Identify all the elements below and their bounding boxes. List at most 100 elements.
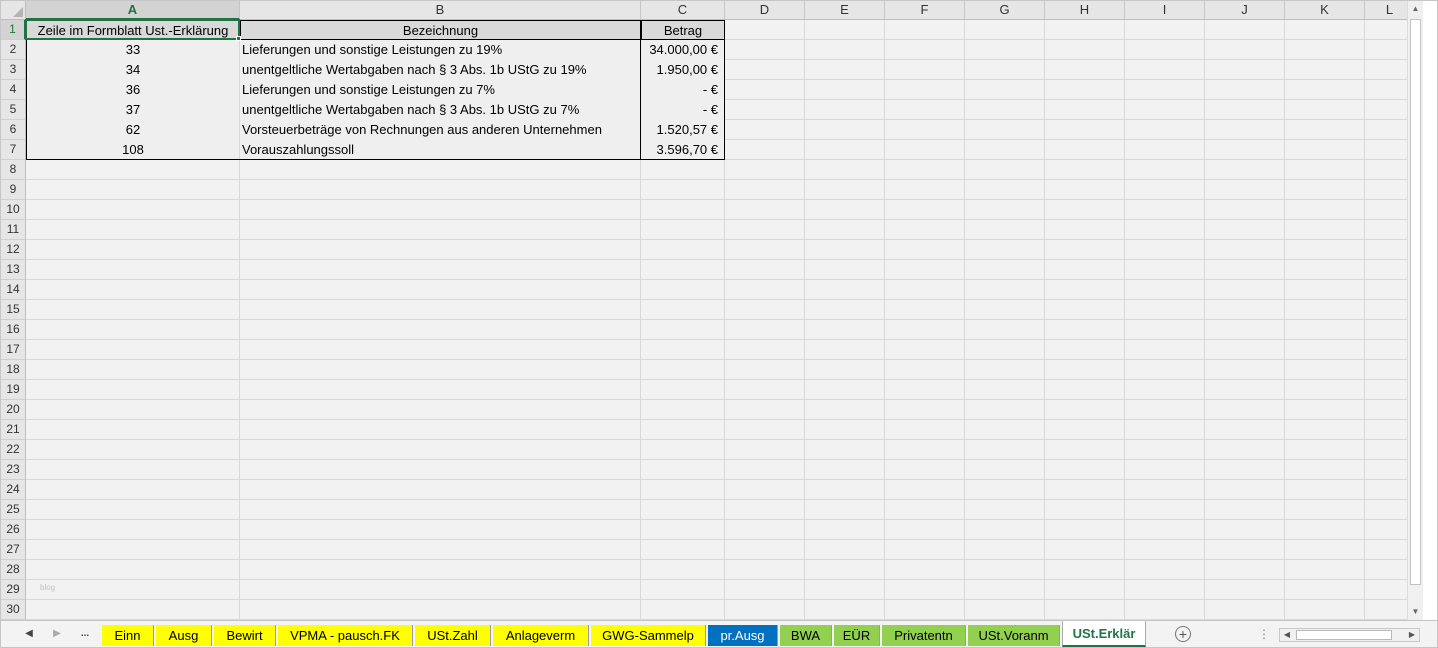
- row-header-20[interactable]: 20: [1, 400, 26, 420]
- row-header-6[interactable]: 6: [1, 120, 26, 140]
- gridline-horizontal: [26, 379, 1423, 380]
- row-header-30[interactable]: 30: [1, 600, 26, 620]
- row-header-4[interactable]: 4: [1, 80, 26, 100]
- sheet-tab-pr-ausg[interactable]: pr.Ausg: [708, 625, 778, 646]
- vertical-scrollbar[interactable]: ▲ ▼: [1407, 1, 1423, 620]
- row-header-21[interactable]: 21: [1, 420, 26, 440]
- row-header-23[interactable]: 23: [1, 460, 26, 480]
- scroll-up-arrow-icon[interactable]: ▲: [1408, 1, 1423, 17]
- table-header-cell[interactable]: Bezeichnung: [240, 20, 641, 40]
- sheet-tab-bewirt[interactable]: Bewirt: [214, 625, 276, 646]
- row-header-18[interactable]: 18: [1, 360, 26, 380]
- gridline-horizontal: [26, 199, 1423, 200]
- column-header-k[interactable]: K: [1285, 1, 1365, 20]
- gridline-horizontal: [26, 259, 1423, 260]
- row-header-22[interactable]: 22: [1, 440, 26, 460]
- horizontal-scroll-thumb[interactable]: [1296, 630, 1392, 640]
- sheet-tab-ust-erklär[interactable]: USt.Erklär: [1062, 621, 1146, 647]
- column-header-e[interactable]: E: [805, 1, 885, 20]
- gridline-horizontal: [26, 559, 1423, 560]
- column-header-d[interactable]: D: [725, 1, 805, 20]
- table-header-cell[interactable]: Betrag: [641, 20, 725, 40]
- table-cell[interactable]: unentgeltliche Wertabgaben nach § 3 Abs.…: [240, 100, 641, 120]
- table-cell[interactable]: 34.000,00 €: [641, 40, 725, 60]
- scroll-right-arrow-icon[interactable]: ▶: [1405, 629, 1419, 641]
- prev-sheet-icon[interactable]: ◀: [21, 626, 37, 642]
- column-header-c[interactable]: C: [641, 1, 725, 20]
- column-header-g[interactable]: G: [965, 1, 1045, 20]
- row-header-25[interactable]: 25: [1, 500, 26, 520]
- horizontal-scrollbar[interactable]: ◀ ▶: [1279, 628, 1420, 642]
- row-header-3[interactable]: 3: [1, 60, 26, 80]
- table-cell[interactable]: Vorauszahlungssoll: [240, 140, 641, 160]
- sheet-tab-bwa[interactable]: BWA: [780, 625, 832, 646]
- column-header-h[interactable]: H: [1045, 1, 1125, 20]
- cells-area[interactable]: Zeile im Formblatt Ust.-Erklärung Bezeich…: [25, 19, 1423, 620]
- sheet-tab-anlageverm[interactable]: Anlageverm: [493, 625, 589, 646]
- table-cell[interactable]: 37: [26, 100, 240, 120]
- row-header-1[interactable]: 1: [1, 20, 26, 40]
- row-header-9[interactable]: 9: [1, 180, 26, 200]
- table-cell[interactable]: 108: [26, 140, 240, 160]
- row-header-13[interactable]: 13: [1, 260, 26, 280]
- row-header-8[interactable]: 8: [1, 160, 26, 180]
- row-header-16[interactable]: 16: [1, 320, 26, 340]
- gridline-horizontal: [26, 519, 1423, 520]
- next-sheet-icon[interactable]: ▶: [49, 626, 65, 642]
- table-cell[interactable]: Lieferungen und sonstige Leistungen zu 1…: [240, 40, 641, 60]
- column-header-j[interactable]: J: [1205, 1, 1285, 20]
- table-cell[interactable]: 34: [26, 60, 240, 80]
- row-header-12[interactable]: 12: [1, 240, 26, 260]
- table-cell[interactable]: 33: [26, 40, 240, 60]
- column-header-a[interactable]: A: [26, 1, 240, 20]
- table-cell[interactable]: Lieferungen und sonstige Leistungen zu 7…: [240, 80, 641, 100]
- row-header-10[interactable]: 10: [1, 200, 26, 220]
- vertical-scroll-thumb[interactable]: [1410, 19, 1421, 585]
- select-all-corner[interactable]: [1, 1, 26, 20]
- table-cell[interactable]: - €: [641, 100, 725, 120]
- table-cell[interactable]: 3.596,70 €: [641, 140, 725, 160]
- sheet-tab-vpma-pausch-fk[interactable]: VPMA - pausch.FK: [278, 625, 413, 646]
- sheet-tab-einn[interactable]: Einn: [102, 625, 154, 646]
- sheet-tab-privatentn[interactable]: Privatentn: [882, 625, 966, 646]
- row-header-29[interactable]: 29: [1, 580, 26, 600]
- table-cell[interactable]: 1.520,57 €: [641, 120, 725, 140]
- gridline-vertical: [804, 20, 805, 620]
- row-header-5[interactable]: 5: [1, 100, 26, 120]
- row-header-15[interactable]: 15: [1, 300, 26, 320]
- plus-circle-icon[interactable]: +: [1175, 626, 1191, 642]
- sheet-tab-ust-zahl[interactable]: USt.Zahl: [415, 625, 491, 646]
- column-header-i[interactable]: I: [1125, 1, 1205, 20]
- table-cell[interactable]: unentgeltliche Wertabgaben nach § 3 Abs.…: [240, 60, 641, 80]
- sheet-tab-ust-voranm[interactable]: USt.Voranm: [968, 625, 1060, 646]
- table-cell[interactable]: - €: [641, 80, 725, 100]
- row-header-7[interactable]: 7: [1, 140, 26, 160]
- worksheet-grid[interactable]: ABCDEFGHIJKL 1 2 3 4 5 6 7 8 9 10 11 12 13 14 15 16 17 18…: [1, 1, 1423, 620]
- sheet-tab-ausg[interactable]: Ausg: [156, 625, 212, 646]
- tab-split-handle-icon[interactable]: ⋮: [1258, 626, 1270, 642]
- column-header-b[interactable]: B: [240, 1, 641, 20]
- row-header-26[interactable]: 26: [1, 520, 26, 540]
- row-header-27[interactable]: 27: [1, 540, 26, 560]
- row-header-11[interactable]: 11: [1, 220, 26, 240]
- table-cell[interactable]: 62: [26, 120, 240, 140]
- row-header-14[interactable]: 14: [1, 280, 26, 300]
- row-header-28[interactable]: 28: [1, 560, 26, 580]
- more-sheets-button[interactable]: ...: [77, 626, 93, 642]
- gridline-horizontal: [26, 579, 1423, 580]
- scroll-down-arrow-icon[interactable]: ▼: [1408, 604, 1423, 620]
- column-header-f[interactable]: F: [885, 1, 965, 20]
- gridline-horizontal: [26, 339, 1423, 340]
- fill-handle[interactable]: [236, 36, 241, 41]
- table-cell[interactable]: 36: [26, 80, 240, 100]
- scroll-left-arrow-icon[interactable]: ◀: [1280, 629, 1294, 641]
- row-header-24[interactable]: 24: [1, 480, 26, 500]
- table-cell[interactable]: Vorsteuerbeträge von Rechnungen aus ande…: [240, 120, 641, 140]
- row-header-19[interactable]: 19: [1, 380, 26, 400]
- sheet-tab-gwg-sammelp[interactable]: GWG-Sammelp: [591, 625, 706, 646]
- row-header-2[interactable]: 2: [1, 40, 26, 60]
- table-cell[interactable]: 1.950,00 €: [641, 60, 725, 80]
- table-header-cell[interactable]: Zeile im Formblatt Ust.-Erklärung: [26, 20, 240, 40]
- row-header-17[interactable]: 17: [1, 340, 26, 360]
- sheet-tab-eür[interactable]: EÜR: [834, 625, 880, 646]
